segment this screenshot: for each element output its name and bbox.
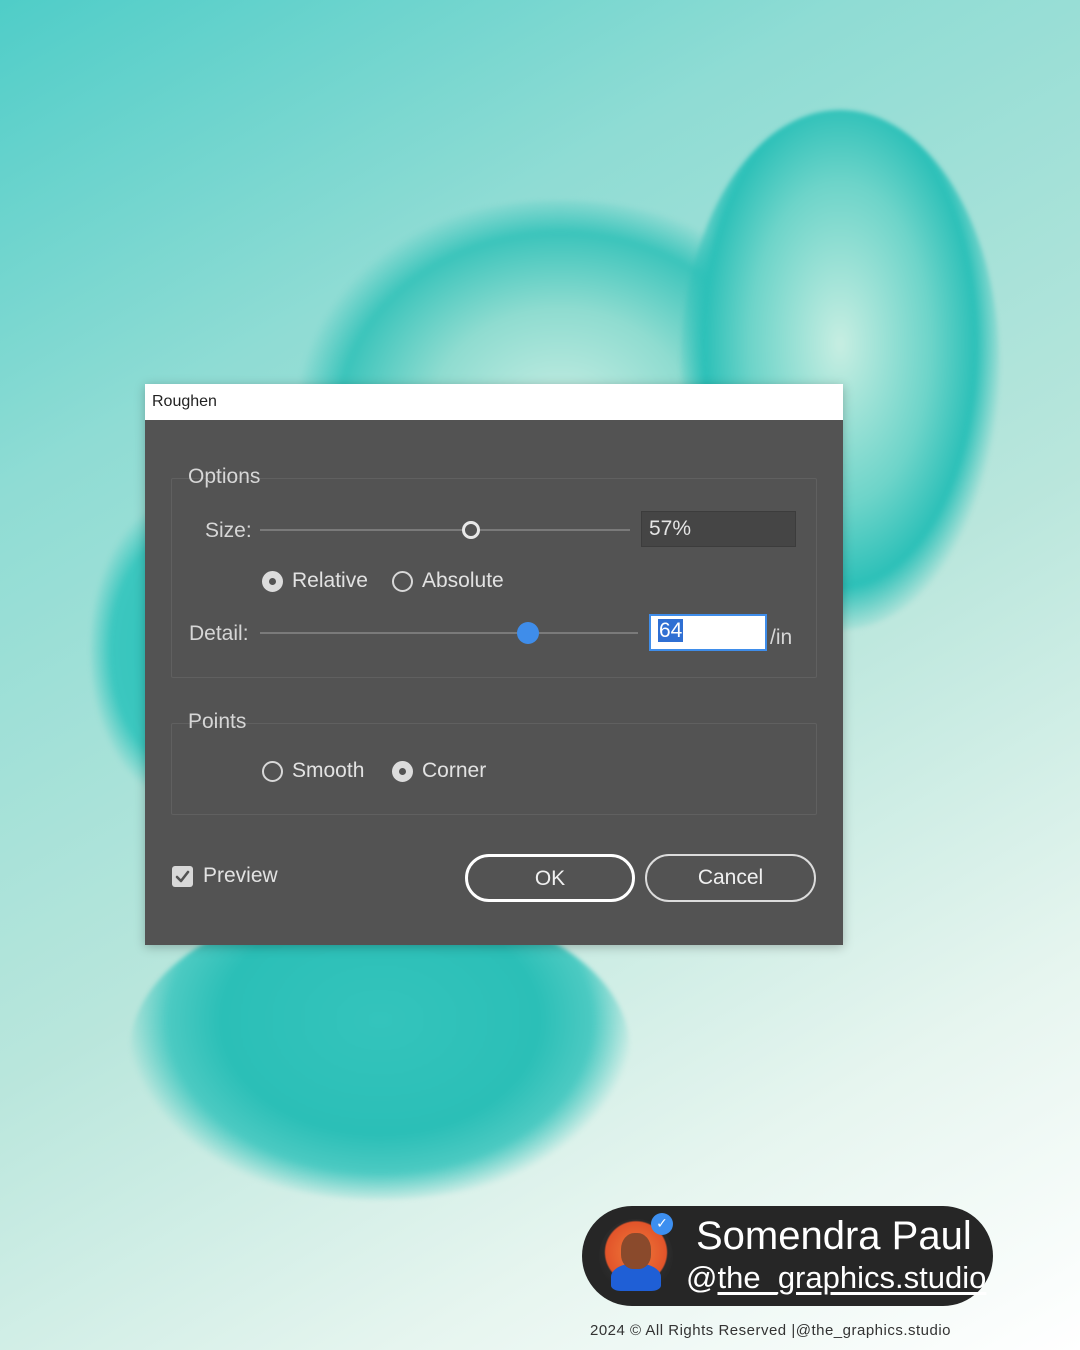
- smooth-radio[interactable]: [262, 761, 283, 782]
- smooth-label[interactable]: Smooth: [292, 759, 364, 783]
- corner-radio[interactable]: [392, 761, 413, 782]
- fur-shape-bottom: [130, 900, 630, 1200]
- corner-label[interactable]: Corner: [422, 759, 486, 783]
- author-handle: @the_graphics.studio: [686, 1260, 986, 1296]
- preview-label[interactable]: Preview: [203, 864, 278, 888]
- verified-badge-icon: ✓: [651, 1213, 673, 1235]
- detail-value-field[interactable]: 64: [649, 614, 767, 651]
- relative-radio[interactable]: [262, 571, 283, 592]
- relative-label[interactable]: Relative: [292, 569, 368, 593]
- detail-label: Detail:: [189, 622, 249, 645]
- size-value-field[interactable]: 57%: [641, 511, 796, 547]
- detail-slider-thumb[interactable]: [516, 622, 539, 644]
- dialog-title-bar[interactable]: Roughen: [145, 384, 843, 420]
- size-slider-thumb[interactable]: [461, 521, 480, 539]
- detail-value: 64: [658, 619, 684, 642]
- size-slider-track[interactable]: [260, 529, 630, 531]
- size-value: 57%: [649, 517, 692, 540]
- checkmark-icon: [175, 870, 190, 883]
- canvas: { "dialog": { "title": "Roughen", "optio…: [0, 0, 1080, 1350]
- author-name: Somendra Paul: [696, 1214, 972, 1258]
- handle-prefix: @: [686, 1260, 718, 1295]
- copyright-text: 2024 © All Rights Reserved |@the_graphic…: [590, 1322, 952, 1339]
- cancel-button[interactable]: Cancel: [645, 854, 816, 902]
- roughen-dialog: Roughen Options Size: 57% Relative Absol…: [145, 384, 843, 945]
- options-group-label: Options: [188, 465, 261, 488]
- absolute-radio[interactable]: [392, 571, 413, 592]
- preview-checkbox[interactable]: [172, 866, 193, 887]
- avatar-face: [621, 1233, 651, 1269]
- dialog-title: Roughen: [152, 393, 217, 410]
- handle-text: the_graphics.studio: [717, 1260, 987, 1295]
- author-badge: ✓ Somendra Paul @the_graphics.studio: [582, 1206, 993, 1306]
- ok-button[interactable]: OK: [465, 854, 635, 902]
- absolute-label[interactable]: Absolute: [422, 569, 504, 593]
- detail-slider-track[interactable]: [260, 632, 638, 634]
- detail-unit: /in: [770, 626, 793, 649]
- size-label: Size:: [205, 519, 252, 542]
- points-group-label: Points: [188, 710, 247, 733]
